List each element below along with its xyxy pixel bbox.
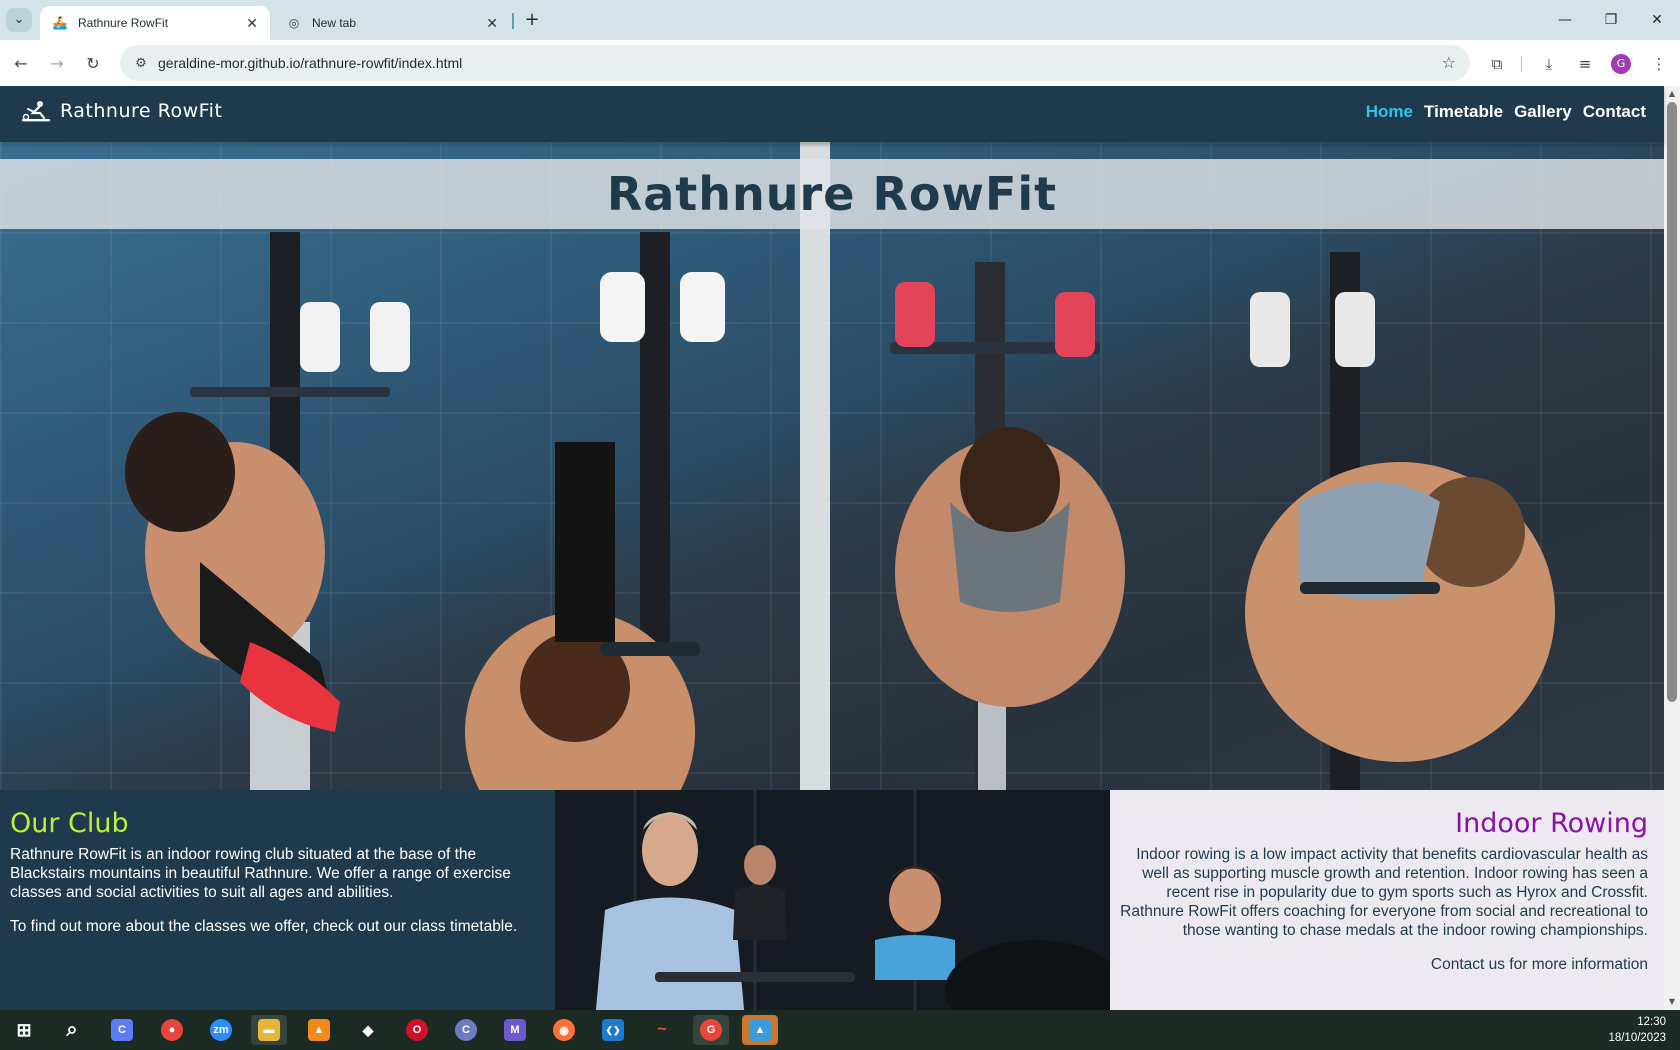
download-icon[interactable]: ⤓: [1537, 52, 1561, 76]
app-c-icon[interactable]: C: [448, 1015, 484, 1045]
page-scrollbar[interactable]: ▲ ▼: [1664, 86, 1680, 1010]
opera-icon[interactable]: O: [399, 1015, 435, 1045]
our-club-section: Our Club Rathnure RowFit is an indoor ro…: [0, 790, 555, 1010]
tab-rathnure-rowfit[interactable]: 🚣 Rathnure RowFit ✕: [40, 6, 270, 40]
rower-favicon-icon: 🚣: [52, 16, 68, 30]
reload-icon[interactable]: ↻: [80, 51, 106, 77]
rowers-illustration: [125, 232, 1555, 790]
our-club-paragraph: To find out more about the classes we of…: [10, 918, 518, 935]
back-arrow-icon[interactable]: ←: [8, 51, 34, 77]
tab-search-chevron-icon[interactable]: ⌄: [6, 8, 32, 32]
scroll-thumb[interactable]: [1667, 102, 1677, 702]
new-tab-plus-icon[interactable]: +: [520, 8, 544, 32]
minimize-icon[interactable]: —: [1542, 8, 1588, 32]
tab-new-tab[interactable]: ◎ New tab ✕: [274, 6, 510, 40]
security-shield-icon[interactable]: ◆: [350, 1015, 386, 1045]
scroll-down-icon[interactable]: ▼: [1664, 994, 1680, 1010]
site-navbar: Rathnure RowFit Home Timetable Gallery C…: [0, 86, 1664, 142]
nav-contact-link[interactable]: Contact: [1583, 102, 1646, 122]
class-rowers-illustration: [555, 790, 1110, 1010]
site-info-icon[interactable]: ⚙: [124, 56, 158, 71]
nav-gallery-link[interactable]: Gallery: [1514, 102, 1572, 122]
our-club-heading: Our Club: [10, 808, 129, 839]
brand-link[interactable]: Rathnure RowFit: [20, 99, 222, 123]
kebab-menu-icon[interactable]: ⋮: [1647, 52, 1671, 76]
git-app-icon[interactable]: ~: [644, 1015, 680, 1045]
close-window-icon[interactable]: ✕: [1634, 8, 1680, 32]
extensions-puzzle-icon[interactable]: ⧉: [1485, 52, 1509, 76]
chrome-icon[interactable]: ●: [154, 1015, 190, 1045]
hero-title: Rathnure RowFit: [606, 167, 1058, 221]
forward-arrow-icon[interactable]: →: [44, 51, 70, 77]
rower-logo-icon: [22, 101, 50, 122]
indoor-rowing-section: Indoor Rowing Indoor rowing is a low imp…: [1110, 790, 1664, 1010]
our-club-paragraph: Rathnure RowFit is an indoor rowing club…: [10, 846, 511, 901]
chrome-favicon-icon: ◎: [288, 16, 300, 30]
contact-us-text[interactable]: Contact us for more information: [1120, 955, 1648, 974]
search-icon[interactable]: ⌕: [54, 1015, 90, 1045]
start-windows-icon[interactable]: ⊞: [6, 1015, 42, 1045]
toolbar-divider: [1521, 57, 1522, 71]
content-row: Our Club Rathnure RowFit is an indoor ro…: [0, 790, 1664, 1010]
profile-avatar[interactable]: G: [1611, 54, 1631, 74]
photos-icon[interactable]: ▲: [742, 1015, 778, 1045]
brand-name: Rathnure RowFit: [60, 100, 223, 122]
windows-taskbar: ⊞ ⌕ C ● zm ▬ ▲ ◆ O C M ◉ ❮❯ ~ G ▲ 12:30 …: [0, 1010, 1680, 1050]
clock-date: 18/10/2023: [1608, 1032, 1666, 1044]
indoor-rowing-paragraph: Indoor rowing is a low impact activity t…: [1120, 846, 1648, 939]
address-bar[interactable]: ⚙ geraldine-mor.github.io/rathnure-rowfi…: [120, 45, 1470, 81]
chrome-profile-icon[interactable]: G: [693, 1015, 729, 1045]
browser-tab-bar: ⌄ 🚣 Rathnure RowFit ✕ ◎ New tab ✕ + — ❐ …: [0, 0, 1680, 40]
clock-time: 12:30: [1637, 1016, 1666, 1028]
close-tab-icon[interactable]: ✕: [486, 15, 498, 32]
zoom-icon[interactable]: zm: [203, 1015, 239, 1045]
m365-icon[interactable]: M: [497, 1015, 533, 1045]
close-tab-icon[interactable]: ✕: [246, 15, 258, 32]
rowing-class-photo: [555, 790, 1110, 1010]
bookmark-star-icon[interactable]: ☆: [1442, 53, 1456, 72]
main-menu: Home Timetable Gallery Contact: [1366, 102, 1646, 122]
hero-image-rowers: Rathnure RowFit: [0, 142, 1664, 790]
copilot-icon[interactable]: C: [104, 1015, 140, 1045]
firefox-icon[interactable]: ◉: [546, 1015, 582, 1045]
system-clock[interactable]: 12:30 18/10/2023: [1608, 1014, 1666, 1046]
url-text[interactable]: geraldine-mor.github.io/rathnure-rowfit/…: [158, 55, 462, 71]
restore-icon[interactable]: ❐: [1588, 8, 1634, 32]
nav-timetable-link[interactable]: Timetable: [1424, 102, 1503, 122]
tab-divider: [512, 13, 514, 29]
tab-title: Rathnure RowFit: [78, 16, 169, 30]
indoor-rowing-heading: Indoor Rowing: [1455, 808, 1648, 839]
vlc-icon[interactable]: ▲: [301, 1015, 337, 1045]
media-control-icon[interactable]: ≡: [1573, 52, 1597, 76]
scroll-up-icon[interactable]: ▲: [1664, 86, 1680, 102]
nav-home-link[interactable]: Home: [1366, 102, 1413, 122]
browser-toolbar: ← → ↻ ⚙ geraldine-mor.github.io/rathnure…: [0, 40, 1680, 86]
tab-title: New tab: [312, 16, 357, 30]
vscode-icon[interactable]: ❮❯: [595, 1015, 631, 1045]
file-explorer-icon[interactable]: ▬: [251, 1015, 287, 1045]
page-viewport: Rathnure RowFit Home Timetable Gallery C…: [0, 86, 1680, 1010]
